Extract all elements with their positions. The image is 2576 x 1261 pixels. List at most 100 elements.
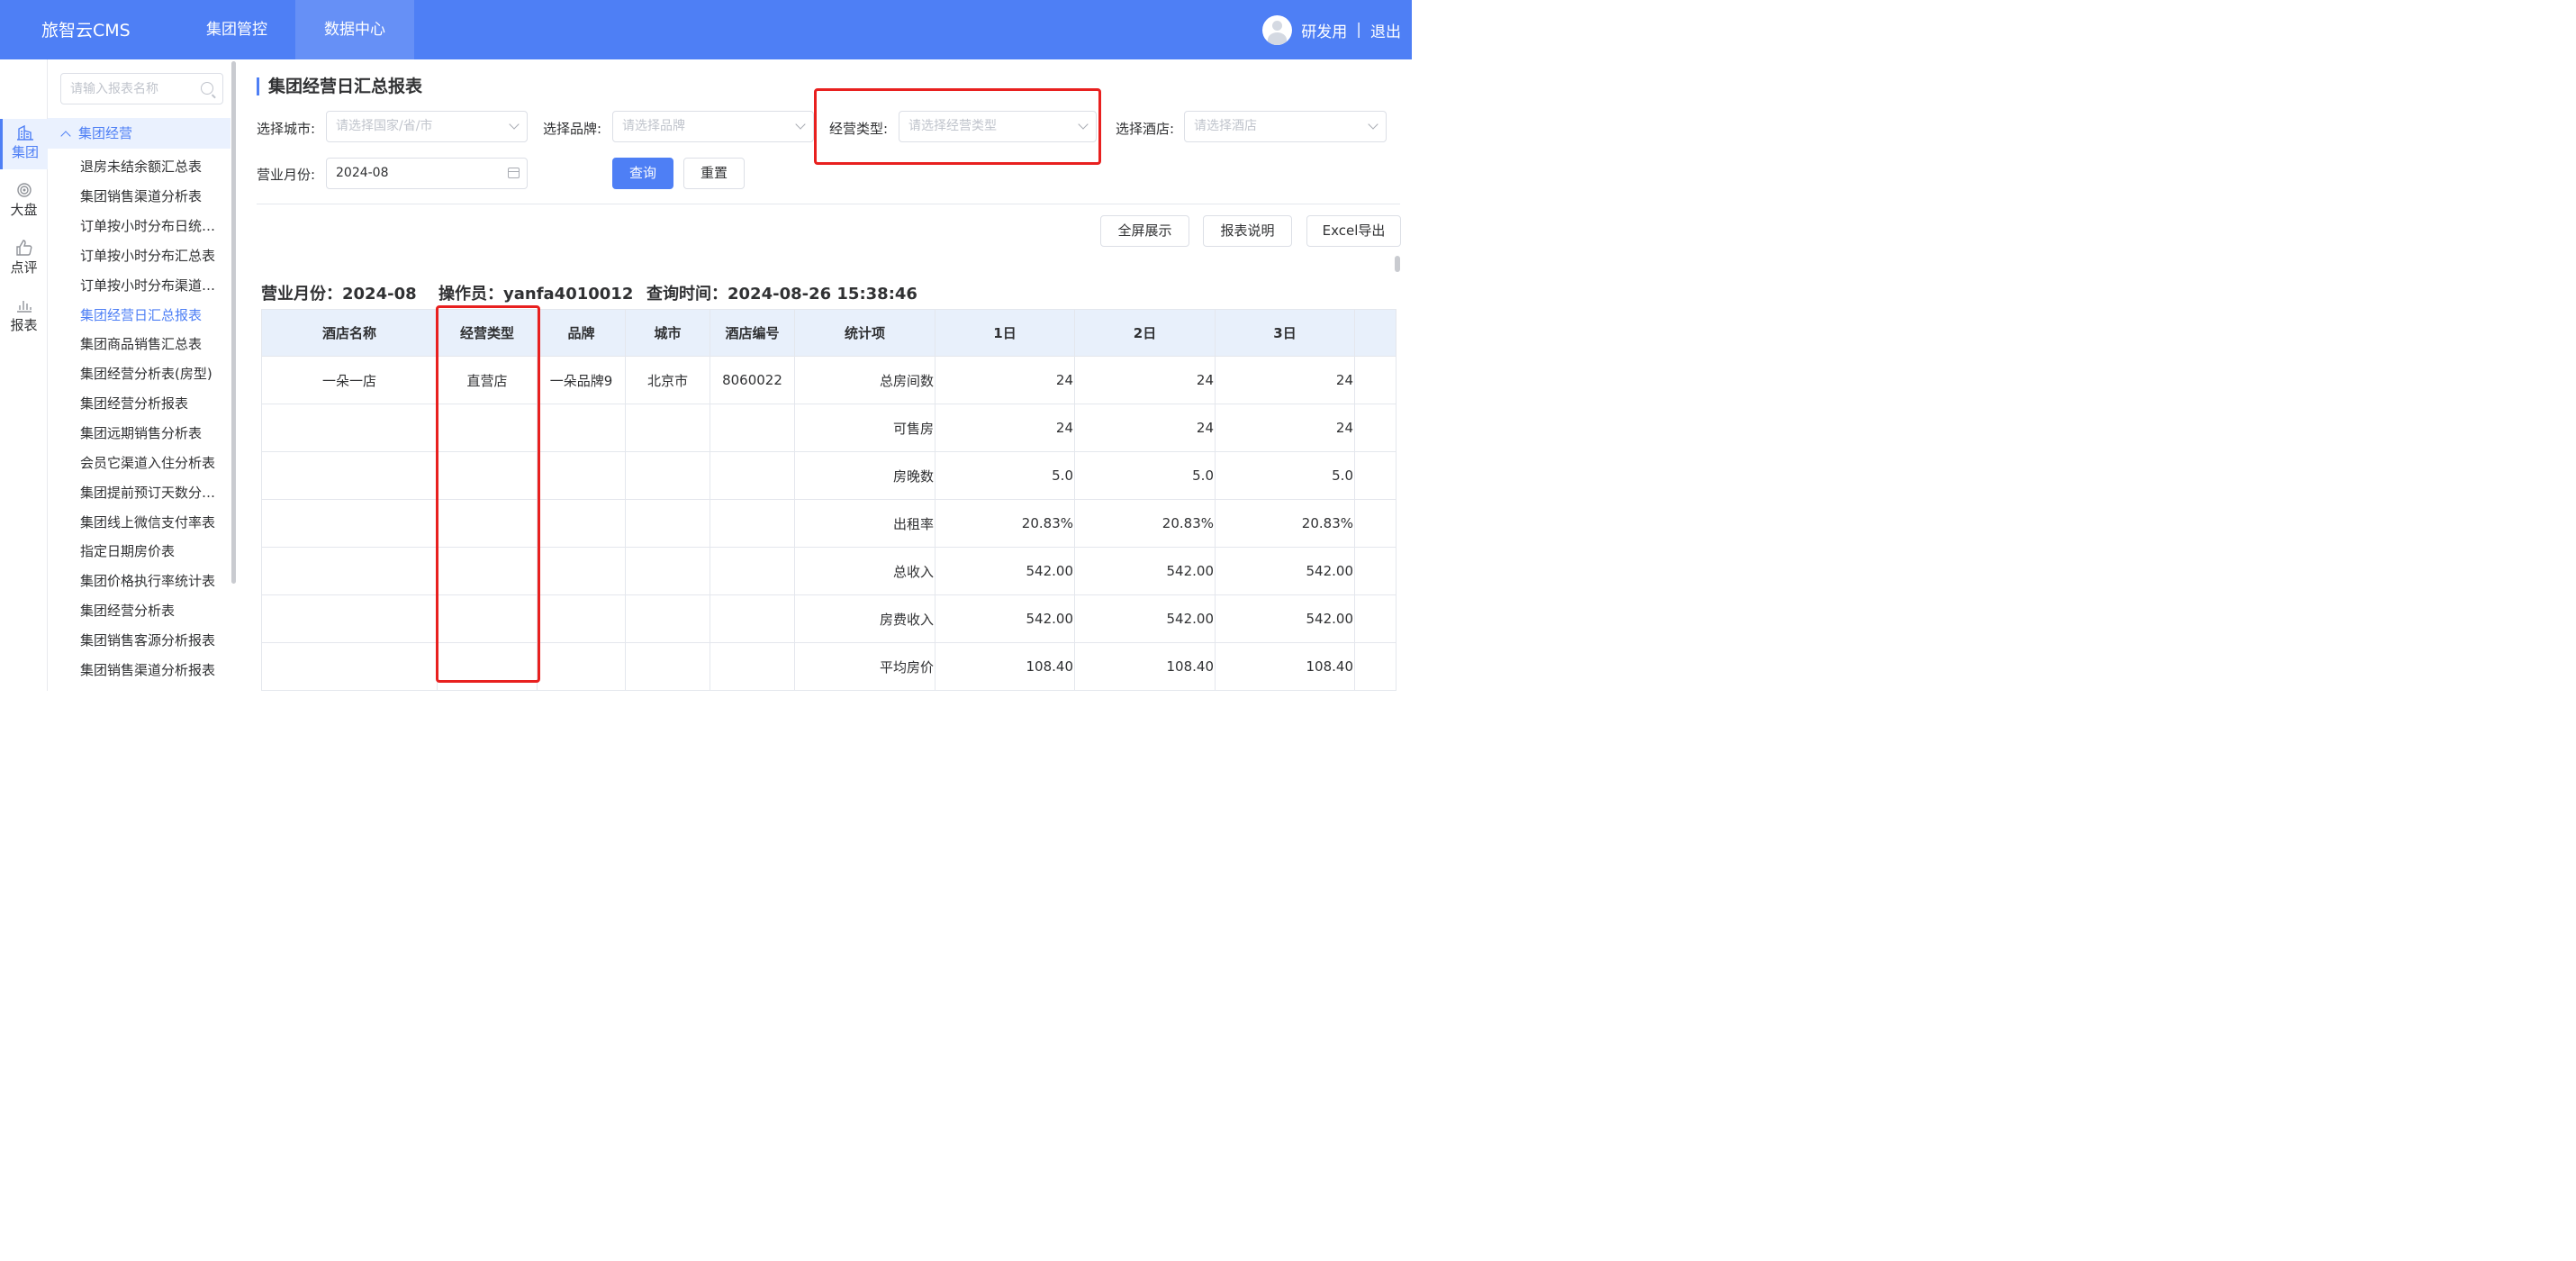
menu-item[interactable]: 集团销售客源分析报表	[80, 630, 224, 649]
cell-hotel: 一朵一店	[261, 356, 438, 404]
menu-item[interactable]: 集团经营分析报表	[80, 394, 224, 413]
menu-scrollbar[interactable]	[231, 61, 236, 584]
month-picker[interactable]: 2024-08	[326, 158, 528, 189]
iconbar-dashboard[interactable]: 大盘	[0, 177, 48, 227]
menu-item[interactable]: 指定日期房价表	[80, 541, 224, 560]
report-search-input[interactable]	[70, 74, 196, 104]
cell-city	[625, 547, 710, 595]
avatar[interactable]	[1262, 14, 1293, 45]
cell-hotel-code	[710, 499, 795, 548]
menu-item[interactable]: 退房未结余额汇总表	[80, 157, 224, 176]
menu-item[interactable]: 集团商品销售汇总表	[80, 334, 224, 353]
menu-item-active[interactable]: 集团经营日汇总报表	[80, 305, 224, 324]
report-scrollbar[interactable]	[1395, 256, 1400, 272]
chevron-up-icon	[60, 131, 71, 141]
cell-stat-item: 总房间数	[794, 356, 935, 404]
target-icon	[16, 183, 32, 197]
cell-day-1: 24	[935, 356, 1075, 404]
menu-item[interactable]: 会员它渠道入住分析表	[80, 453, 224, 472]
brand-select[interactable]: 请选择品牌	[612, 111, 814, 142]
table-row: 总收入 542.00 542.00 542.00	[261, 547, 1396, 595]
cell-city: 北京市	[625, 356, 710, 404]
cell-city	[625, 499, 710, 548]
highlight-box-filter	[814, 88, 1101, 165]
query-button[interactable]: 查询	[612, 158, 673, 189]
menu-item[interactable]: 集团价格执行率统计表	[80, 571, 224, 590]
month-label: 营业月份:	[257, 167, 316, 183]
cell-hotel-code: 8060022	[710, 356, 795, 404]
table-row: 一朵一店 直营店 一朵品牌9 北京市 8060022 总房间数 24 24 24	[261, 356, 1396, 404]
report-search[interactable]	[60, 73, 223, 104]
month-picker-value: 2024-08	[336, 166, 389, 180]
cell-more	[1354, 356, 1396, 404]
chevron-down-icon	[1368, 119, 1378, 130]
col-header-day-3: 3日	[1215, 309, 1355, 357]
cell-day-2: 542.00	[1074, 547, 1216, 595]
cell-more	[1354, 404, 1396, 452]
city-select[interactable]: 请选择国家/省/市	[326, 111, 528, 142]
col-header-hotel: 酒店名称	[261, 309, 438, 357]
cell-day-2: 24	[1074, 356, 1216, 404]
cell-hotel-code	[710, 451, 795, 500]
menu-group-header[interactable]: 集团经营	[48, 118, 230, 149]
cell-brand	[537, 499, 626, 548]
table-row: 出租率 20.83% 20.83% 20.83%	[261, 499, 1396, 548]
logout-link[interactable]: 退出	[1370, 19, 1401, 41]
cell-day-1: 5.0	[935, 451, 1075, 500]
cell-brand	[537, 594, 626, 643]
menu-item[interactable]: 集团销售渠道分析表	[80, 186, 224, 205]
bar-chart-icon	[16, 301, 32, 313]
nav-data-center[interactable]: 数据中心	[295, 0, 414, 59]
menu-item[interactable]: 集团线上微信支付率表	[80, 513, 224, 531]
cell-day-2: 5.0	[1074, 451, 1216, 500]
reset-button[interactable]: 重置	[683, 158, 745, 189]
cell-day-3: 20.83%	[1215, 499, 1355, 548]
col-header-more	[1354, 309, 1396, 357]
city-label: 选择城市:	[257, 121, 316, 137]
fullscreen-button[interactable]: 全屏展示	[1100, 215, 1189, 247]
app-logo: 旅智云CMS	[41, 21, 131, 41]
highlight-box-column	[436, 305, 540, 683]
excel-export-button[interactable]: Excel导出	[1306, 215, 1401, 247]
iconbar-report[interactable]: 报表	[0, 292, 48, 342]
cell-hotel	[261, 499, 438, 548]
table-row: 可售房 24 24 24	[261, 404, 1396, 452]
cell-brand	[537, 547, 626, 595]
cell-hotel-code	[710, 642, 795, 691]
menu-item[interactable]: 集团经营分析表(房型)	[80, 364, 224, 383]
table-row: 平均房价 108.40 108.40 108.40	[261, 642, 1396, 691]
cell-day-2: 108.40	[1074, 642, 1216, 691]
nav-group-control[interactable]: 集团管控	[178, 0, 295, 59]
iconbar-review[interactable]: 点评	[0, 234, 48, 285]
calendar-icon	[508, 168, 520, 178]
username[interactable]: 研发用	[1301, 19, 1347, 41]
menu-item[interactable]: 集团销售渠道分析报表	[80, 660, 224, 679]
menu-item[interactable]: 集团提前预订天数分…	[80, 483, 224, 502]
cell-hotel	[261, 642, 438, 691]
report-explain-button[interactable]: 报表说明	[1203, 215, 1292, 247]
col-header-hotel-code: 酒店编号	[710, 309, 795, 357]
table-header-row: 酒店名称 经营类型 品牌 城市 酒店编号 统计项 1日 2日 3日	[261, 309, 1396, 357]
iconbar-report-label: 报表	[10, 317, 38, 333]
menu-item[interactable]: 订单按小时分布渠道…	[80, 276, 224, 295]
cell-stat-item: 可售房	[794, 404, 935, 452]
cell-more	[1354, 451, 1396, 500]
menu-item[interactable]: 订单按小时分布日统…	[80, 216, 224, 235]
cell-more	[1354, 499, 1396, 548]
cell-hotel-code	[710, 547, 795, 595]
cell-day-3: 108.40	[1215, 642, 1355, 691]
menu-item[interactable]: 集团远期销售分析表	[80, 423, 224, 442]
menu-item[interactable]: 订单按小时分布汇总表	[80, 246, 224, 265]
hotel-select[interactable]: 请选择酒店	[1184, 111, 1387, 142]
brand-label: 选择品牌:	[543, 121, 602, 137]
cell-hotel	[261, 594, 438, 643]
user-area: 研发用 | 退出	[1262, 14, 1401, 45]
iconbar-group[interactable]: 集团	[0, 119, 48, 169]
search-icon[interactable]	[201, 82, 213, 95]
menu-item[interactable]: 集团经营分析表	[80, 601, 224, 620]
cell-day-3: 5.0	[1215, 451, 1355, 500]
cell-brand	[537, 404, 626, 452]
cell-day-3: 24	[1215, 404, 1355, 452]
city-select-placeholder: 请选择国家/省/市	[336, 119, 433, 133]
col-header-city: 城市	[625, 309, 710, 357]
